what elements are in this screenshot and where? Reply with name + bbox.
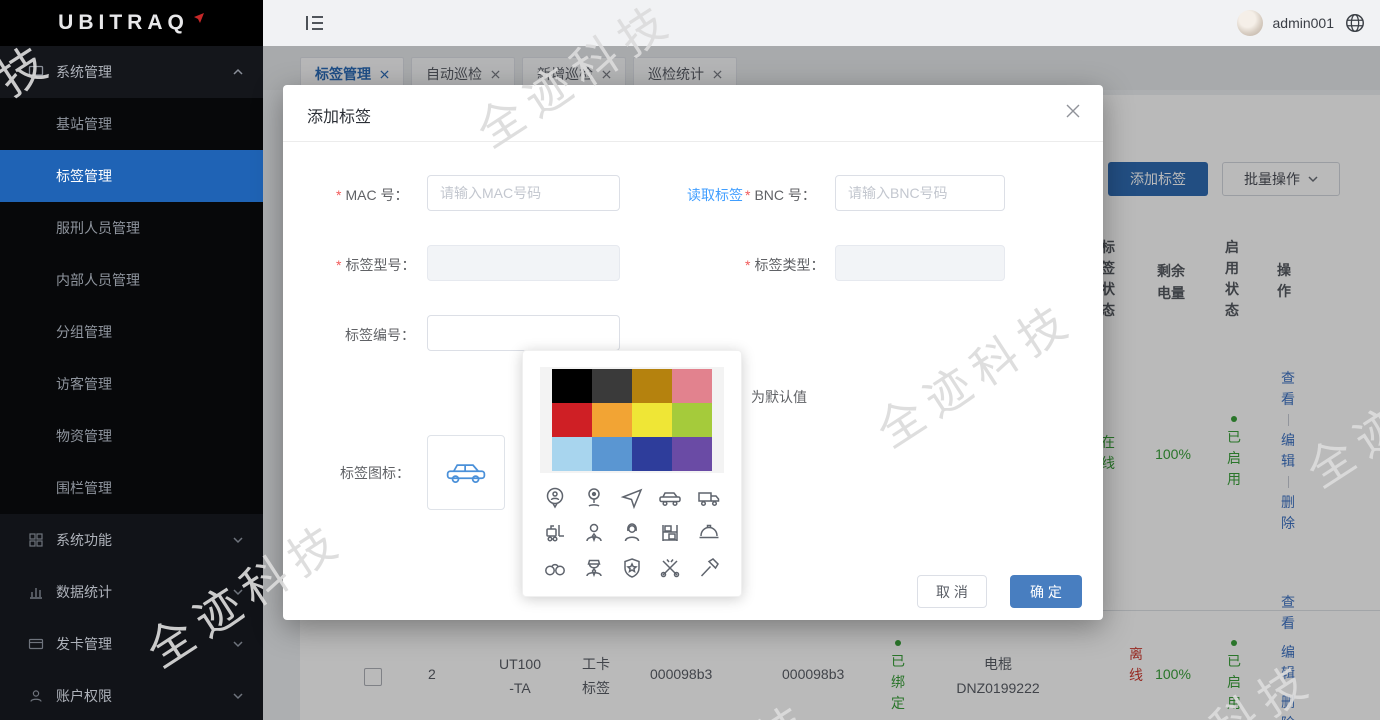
sidebar-submenu: 基站管理 标签管理 服刑人员管理 内部人员管理 分组管理 访客管理 物资管理 围… xyxy=(0,98,263,514)
chevron-down-icon xyxy=(233,691,243,701)
car-icon xyxy=(445,460,487,486)
sidebar-item-base-station[interactable]: 基站管理 xyxy=(0,98,263,150)
color-swatch[interactable] xyxy=(592,369,632,403)
forklift-icon[interactable] xyxy=(543,521,567,545)
card-icon xyxy=(28,636,44,652)
logo: UBITRAQ xyxy=(0,0,263,46)
handcuffs-icon[interactable] xyxy=(543,556,567,580)
username[interactable]: admin001 xyxy=(1273,15,1335,31)
default-hint-text: 为默认值 xyxy=(751,387,807,407)
color-swatch[interactable] xyxy=(672,403,712,437)
person-pin-icon[interactable] xyxy=(543,486,567,510)
icon-grid xyxy=(536,481,728,585)
dialog-divider xyxy=(283,141,1103,142)
color-swatch[interactable] xyxy=(672,369,712,403)
globe-icon[interactable] xyxy=(1344,12,1366,34)
tag-model-label: *标签型号： xyxy=(336,255,415,275)
bnc-label: *BNC 号： xyxy=(745,185,816,205)
dialog-title: 添加标签 xyxy=(307,103,371,127)
bar-chart-icon xyxy=(28,584,44,600)
top-bar: admin001 xyxy=(263,0,1380,46)
bnc-label-text: BNC 号： xyxy=(754,187,815,203)
sidebar-item-group-management[interactable]: 分组管理 xyxy=(0,306,263,358)
worker-female-icon[interactable] xyxy=(620,521,644,545)
tag-model-input[interactable] xyxy=(427,245,620,281)
tag-code-input[interactable] xyxy=(427,315,620,351)
color-swatch[interactable] xyxy=(592,403,632,437)
sidebar-fold-icon[interactable] xyxy=(305,14,325,32)
chevron-down-icon xyxy=(233,587,243,597)
add-tag-dialog: 添加标签 *MAC 号： 读取标签 *BNC 号： *标签型号： *标签类型： … xyxy=(283,85,1103,620)
sidebar-group-label: 账户权限 xyxy=(56,686,112,706)
truck-icon[interactable] xyxy=(697,486,721,510)
car-icon[interactable] xyxy=(658,486,682,510)
tag-icon-label: 标签图标： xyxy=(340,463,410,483)
sidebar-group-label: 数据统计 xyxy=(56,582,112,602)
color-swatch[interactable] xyxy=(672,437,712,471)
mac-label: *MAC 号： xyxy=(336,185,408,205)
required-mark: * xyxy=(745,187,750,203)
hard-hat-icon[interactable] xyxy=(697,521,721,545)
close-icon[interactable] xyxy=(1063,101,1083,121)
mac-input[interactable] xyxy=(427,175,620,211)
selected-icon-box[interactable] xyxy=(427,435,505,510)
mac-label-text: MAC 号： xyxy=(345,187,408,203)
app-root: 添加标签 批量操作 标签状态 剩余电量 启用状态 操作 在线 100% 已启用 … xyxy=(0,0,1380,720)
sidebar-item-internal-staff[interactable]: 内部人员管理 xyxy=(0,254,263,306)
police-officer-icon[interactable] xyxy=(582,556,606,580)
color-swatch[interactable] xyxy=(552,437,592,471)
confirm-button[interactable]: 确 定 xyxy=(1010,575,1082,608)
color-swatch[interactable] xyxy=(632,437,672,471)
tag-code-label: 标签编号： xyxy=(345,325,415,345)
logo-mark-icon xyxy=(193,12,205,24)
required-mark: * xyxy=(336,187,341,203)
tag-model-label-text: 标签型号： xyxy=(345,257,415,273)
sidebar-item-visitor-management[interactable]: 访客管理 xyxy=(0,358,263,410)
tag-type-label-text: 标签类型： xyxy=(754,257,824,273)
sidebar-group-label: 系统功能 xyxy=(56,530,112,550)
sidebar-group-system-management[interactable]: 系统管理 xyxy=(0,46,263,98)
chevron-down-icon xyxy=(233,535,243,545)
sidebar: UBITRAQ 系统管理 基站管理 标签管理 服刑人员管理 内部人员管理 分组管… xyxy=(0,0,263,720)
sidebar-group-system-functions[interactable]: 系统功能 xyxy=(0,514,263,566)
sidebar-item-material-management[interactable]: 物资管理 xyxy=(0,410,263,462)
logo-text: UBITRAQ xyxy=(58,11,189,35)
color-palette xyxy=(552,369,712,471)
sidebar-item-tag-management[interactable]: 标签管理 xyxy=(0,150,263,202)
tag-type-label: *标签类型： xyxy=(745,255,824,275)
grid-icon xyxy=(28,532,44,548)
sidebar-group-data-statistics[interactable]: 数据统计 xyxy=(0,566,263,618)
bnc-input[interactable] xyxy=(835,175,1005,211)
sidebar-group-card-issuance[interactable]: 发卡管理 xyxy=(0,618,263,670)
shelf-icon[interactable] xyxy=(658,521,682,545)
monitor-icon xyxy=(28,64,44,80)
icon-color-picker-popup xyxy=(522,350,742,597)
worker-male-icon[interactable] xyxy=(582,521,606,545)
color-swatch[interactable] xyxy=(552,403,592,437)
user-icon xyxy=(28,688,44,704)
hammer-icon[interactable] xyxy=(697,556,721,580)
required-mark: * xyxy=(336,257,341,273)
location-pin-icon[interactable] xyxy=(582,486,606,510)
chevron-down-icon xyxy=(233,639,243,649)
color-swatch[interactable] xyxy=(632,403,672,437)
sidebar-item-prisoner-management[interactable]: 服刑人员管理 xyxy=(0,202,263,254)
color-swatch[interactable] xyxy=(632,369,672,403)
chevron-up-icon xyxy=(233,67,243,77)
read-tag-link[interactable]: 读取标签 xyxy=(687,185,743,205)
avatar[interactable] xyxy=(1237,10,1263,36)
color-swatch[interactable] xyxy=(552,369,592,403)
sidebar-group-account-permissions[interactable]: 账户权限 xyxy=(0,670,263,720)
tools-icon[interactable] xyxy=(658,556,682,580)
sidebar-group-label: 发卡管理 xyxy=(56,634,112,654)
color-palette-frame xyxy=(540,367,724,473)
navigation-icon[interactable] xyxy=(620,486,644,510)
sidebar-item-fence-management[interactable]: 围栏管理 xyxy=(0,462,263,514)
required-mark: * xyxy=(745,257,750,273)
color-swatch[interactable] xyxy=(592,437,632,471)
sidebar-group-label: 系统管理 xyxy=(56,62,112,82)
tag-type-input[interactable] xyxy=(835,245,1005,281)
badge-icon[interactable] xyxy=(620,556,644,580)
cancel-button[interactable]: 取 消 xyxy=(917,575,987,608)
